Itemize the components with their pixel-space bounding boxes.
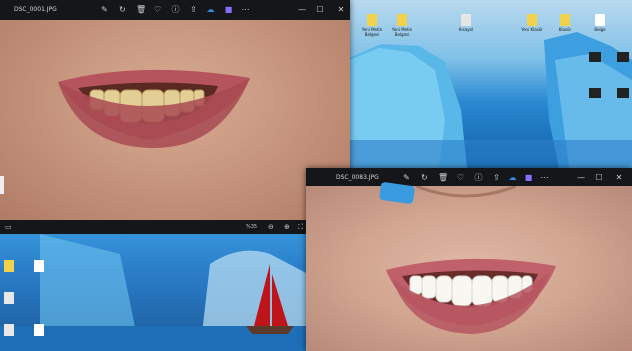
screen-icon: ▭: [5, 223, 12, 231]
document-icon: [397, 14, 407, 26]
desktop-wallpaper-bottom-left: %35 ⊖ ⊕ ⛶ ▭: [0, 220, 308, 351]
info-icon[interactable]: ⓘ: [171, 5, 180, 14]
folder-icon: [560, 14, 570, 26]
delete-icon[interactable]: 🗑: [438, 173, 448, 182]
photo-smile-after: [306, 186, 632, 351]
thumbnail-icon[interactable]: [589, 88, 601, 98]
window-titlebar: DSC_0083.JPG ✎ ↻ 🗑 ♡ ⓘ ⇪ ☁ ■ ⋯ — ☐ ✕: [306, 168, 632, 186]
more-icon[interactable]: ⋯: [241, 5, 250, 14]
favorite-icon[interactable]: ♡: [456, 173, 465, 182]
desktop-icon-folder[interactable]: [4, 260, 14, 272]
favorite-icon[interactable]: ♡: [153, 5, 162, 14]
desktop-wallpaper-top-right: Yeni Metin Belgesi Yeni Metin Belgesi Kı…: [349, 0, 632, 168]
photo-smile-before: [0, 20, 350, 220]
desktop-icon-app[interactable]: [34, 260, 44, 272]
info-icon[interactable]: ⓘ: [474, 173, 483, 182]
desktop-icon-5[interactable]: Klasör: [552, 14, 578, 32]
photo-viewer-window-1: DSC_0001.JPG ✎ ↻ 🗑 ♡ ⓘ ⇪ ☁ ■ ⋯ — ☐ ✕: [0, 0, 350, 220]
minimize-button[interactable]: —: [576, 173, 586, 183]
file-name: DSC_0083.JPG: [336, 174, 379, 181]
cloud-icon[interactable]: ☁: [206, 5, 215, 14]
zoom-out-button[interactable]: ⊖: [268, 223, 274, 231]
close-button[interactable]: ✕: [614, 173, 624, 183]
thumbnail-icon[interactable]: [617, 52, 629, 62]
zoom-level: %35: [246, 224, 258, 230]
rotate-icon[interactable]: ↻: [118, 5, 127, 14]
rotate-icon[interactable]: ↻: [420, 173, 429, 182]
share-icon[interactable]: ⇪: [492, 173, 501, 182]
thumbnail-icon[interactable]: [589, 52, 601, 62]
desktop-icon-2[interactable]: Yeni Metin Belgesi: [389, 14, 415, 37]
cloud-icon[interactable]: ☁: [508, 173, 517, 182]
desktop-icon-3[interactable]: Kısayol: [453, 14, 479, 32]
maximize-button[interactable]: ☐: [315, 5, 325, 15]
side-handle[interactable]: [0, 176, 4, 194]
delete-icon[interactable]: 🗑: [136, 5, 146, 14]
folder-icon: [527, 14, 537, 26]
window-titlebar: DSC_0001.JPG ✎ ↻ 🗑 ♡ ⓘ ⇪ ☁ ■ ⋯ — ☐ ✕: [0, 0, 350, 20]
desktop-icon-6[interactable]: Belge: [587, 14, 613, 32]
shortcut-icon: [461, 14, 471, 26]
viewer-toolbar: %35 ⊖ ⊕ ⛶ ▭: [0, 220, 308, 234]
fullscreen-button[interactable]: ⛶: [298, 223, 303, 232]
maximize-button[interactable]: ☐: [594, 173, 604, 183]
more-icon[interactable]: ⋯: [540, 173, 549, 182]
thumbnail-icon[interactable]: [617, 88, 629, 98]
photo-viewer-window-2: DSC_0083.JPG ✎ ↻ 🗑 ♡ ⓘ ⇪ ☁ ■ ⋯ — ☐ ✕: [306, 168, 632, 351]
file-name: DSC_0001.JPG: [14, 6, 57, 13]
edit-icon[interactable]: ✎: [100, 5, 109, 14]
smile-illustration: [386, 186, 556, 334]
sailboat-wallpaper: [0, 234, 308, 351]
desktop-icon-app[interactable]: [34, 324, 44, 336]
share-icon[interactable]: ⇪: [189, 5, 198, 14]
close-button[interactable]: ✕: [336, 5, 346, 15]
desktop-icon-doc[interactable]: [4, 292, 14, 304]
minimize-button[interactable]: —: [297, 5, 307, 15]
app-icon[interactable]: ■: [524, 173, 533, 182]
desktop-icon-4[interactable]: Yeni Klasör: [519, 14, 545, 32]
zoom-in-button[interactable]: ⊕: [284, 223, 290, 231]
edit-icon[interactable]: ✎: [402, 173, 411, 182]
document-icon: [595, 14, 605, 26]
smile-illustration: [58, 69, 250, 149]
desktop-icon-1[interactable]: Yeni Metin Belgesi: [359, 14, 385, 37]
desktop-icon-doc[interactable]: [4, 324, 14, 336]
document-icon: [367, 14, 377, 26]
app-icon[interactable]: ■: [224, 5, 233, 14]
